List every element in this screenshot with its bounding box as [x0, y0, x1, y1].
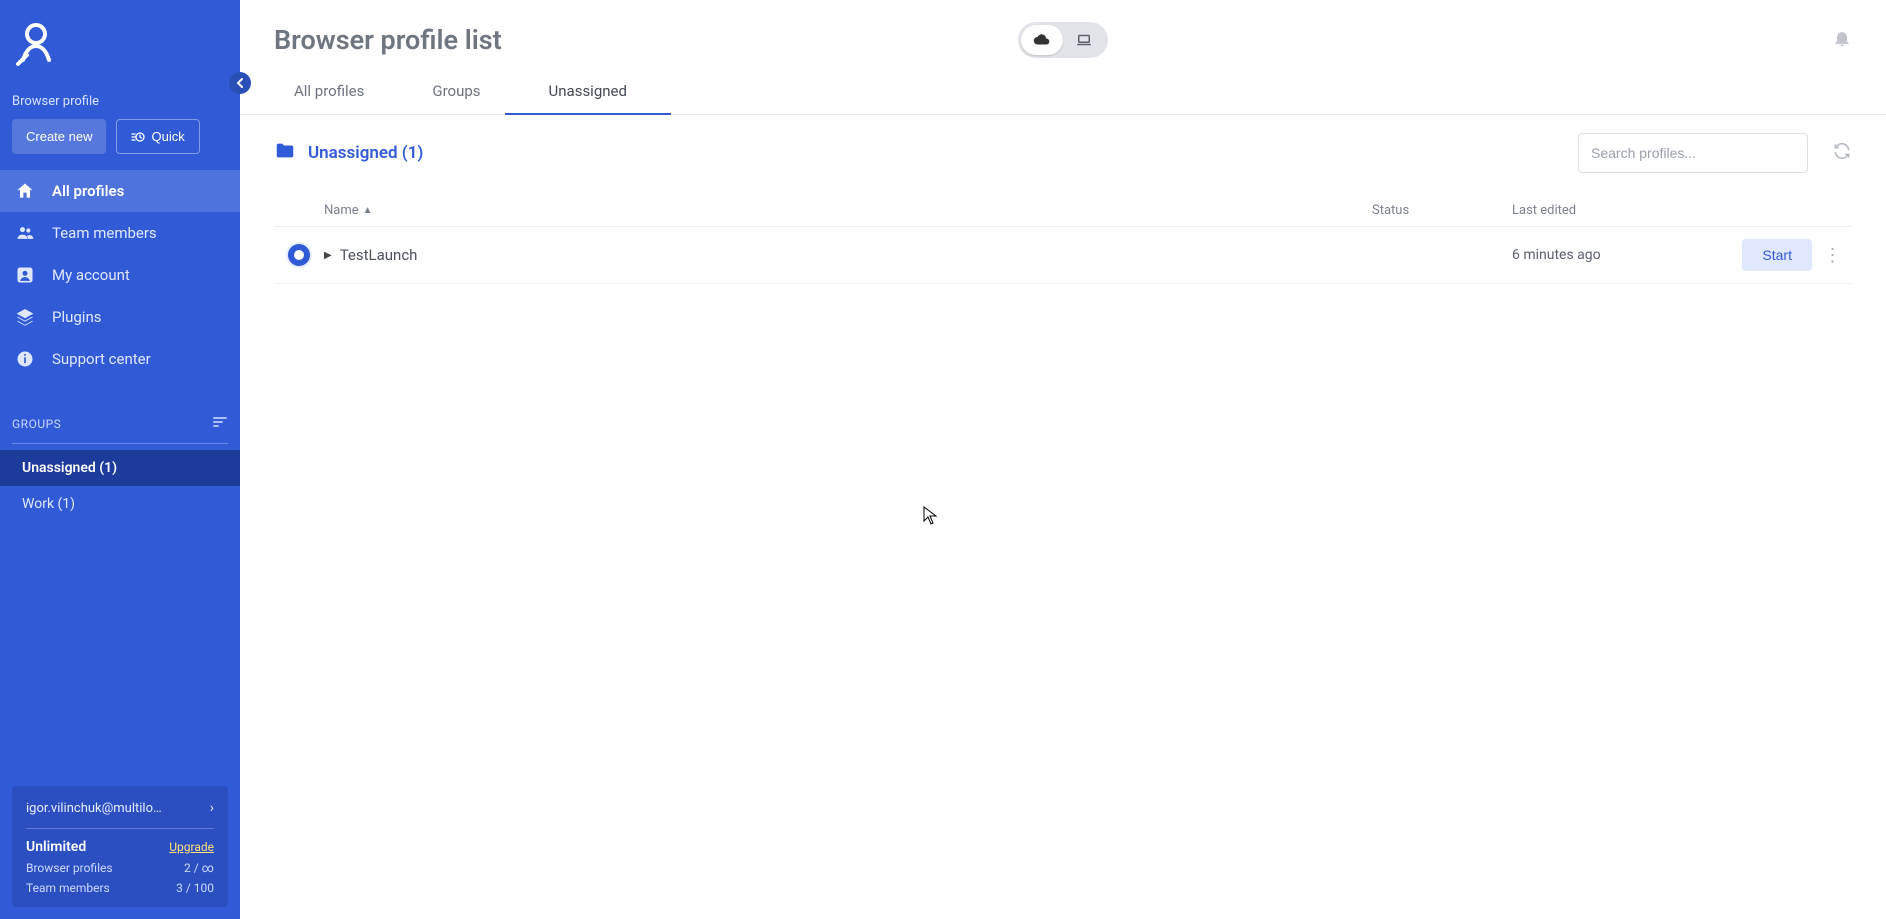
sidebar-item-label: Team members — [52, 224, 157, 242]
stat-profiles-value: 2 / ∞ — [184, 861, 214, 875]
profile-avatar[interactable] — [274, 244, 324, 266]
sort-asc-icon: ▲ — [363, 205, 373, 216]
quick-icon — [131, 130, 145, 144]
profiles-table: Name ▲ Status Last edited ▶ TestLaunch — [274, 195, 1852, 284]
account-divider — [26, 828, 214, 829]
quick-button[interactable]: Quick — [116, 119, 199, 154]
sidebar-item-team-members[interactable]: Team members — [0, 212, 240, 254]
groups-heading: GROUPS — [12, 417, 61, 431]
column-status[interactable]: Status — [1372, 203, 1512, 218]
sidebar-item-label: Plugins — [52, 308, 101, 326]
app-logo — [0, 0, 240, 88]
folder-heading[interactable]: Unassigned (1) — [274, 140, 423, 167]
upgrade-link[interactable]: Upgrade — [169, 840, 214, 854]
column-last-edited[interactable]: Last edited — [1512, 203, 1692, 218]
sidebar-collapse-button[interactable] — [229, 72, 251, 94]
start-button[interactable]: Start — [1742, 239, 1812, 271]
stat-members-label: Team members — [26, 881, 110, 895]
sidebar: Browser profile Create new Quick All pro… — [0, 0, 240, 919]
tab-all-profiles[interactable]: All profiles — [290, 74, 368, 114]
main-content: Browser profile list All profiles Groups… — [240, 0, 1886, 919]
group-item-work[interactable]: Work (1) — [0, 486, 240, 522]
folder-label: Unassigned (1) — [308, 143, 423, 163]
cloud-icon — [1033, 31, 1051, 49]
toggle-local[interactable] — [1063, 25, 1105, 55]
expand-caret-icon: ▶ — [324, 250, 332, 261]
layers-icon — [14, 306, 36, 328]
refresh-button[interactable] — [1832, 141, 1852, 165]
page-title: Browser profile list — [274, 24, 502, 56]
group-item-label: Unassigned (1) — [22, 460, 117, 476]
sidebar-item-support-center[interactable]: Support center — [0, 338, 240, 380]
groups-divider — [12, 443, 228, 444]
sidebar-item-label: Support center — [52, 350, 151, 368]
quick-button-label: Quick — [151, 129, 184, 144]
plan-name: Unlimited — [26, 839, 86, 855]
profile-last-edited: 6 minutes ago — [1512, 247, 1692, 263]
chevron-left-icon — [235, 78, 245, 88]
laptop-icon — [1075, 31, 1093, 49]
stat-profiles-label: Browser profiles — [26, 861, 113, 875]
stat-members-value: 3 / 100 — [176, 881, 214, 895]
notifications-button[interactable] — [1832, 28, 1852, 52]
tab-groups[interactable]: Groups — [428, 74, 484, 114]
sidebar-item-label: My account — [52, 266, 130, 284]
group-item-label: Work (1) — [22, 496, 75, 512]
tabs-bar: All profiles Groups Unassigned — [240, 56, 1886, 115]
info-icon — [14, 348, 36, 370]
sort-icon — [212, 414, 228, 430]
chevron-right-icon: › — [210, 800, 214, 816]
storage-toggle — [1018, 22, 1108, 58]
groups-sort-button[interactable] — [212, 414, 228, 433]
sidebar-item-all-profiles[interactable]: All profiles — [0, 170, 240, 212]
kebab-icon: ⋮ — [1824, 245, 1841, 266]
refresh-icon — [1832, 141, 1852, 161]
sidebar-nav: All profiles Team members My account Plu… — [0, 170, 240, 380]
profile-name: TestLaunch — [340, 246, 418, 264]
row-menu-button[interactable]: ⋮ — [1812, 245, 1852, 266]
column-name-label: Name — [324, 203, 359, 218]
account-email-row[interactable]: igor.vilinchuk@multilo… › — [26, 800, 214, 816]
account-icon — [14, 264, 36, 286]
tab-unassigned[interactable]: Unassigned — [545, 74, 631, 114]
bell-icon — [1832, 28, 1852, 48]
profile-name-cell[interactable]: ▶ TestLaunch — [324, 246, 1372, 264]
sidebar-item-plugins[interactable]: Plugins — [0, 296, 240, 338]
group-item-unassigned[interactable]: Unassigned (1) — [0, 450, 240, 486]
column-name[interactable]: Name ▲ — [324, 203, 1372, 218]
search-input[interactable] — [1578, 133, 1808, 173]
sidebar-section-label: Browser profile — [0, 88, 240, 119]
create-new-button[interactable]: Create new — [12, 119, 106, 154]
toggle-cloud[interactable] — [1021, 25, 1063, 55]
home-icon — [14, 180, 36, 202]
sidebar-item-my-account[interactable]: My account — [0, 254, 240, 296]
folder-icon — [274, 140, 296, 167]
sidebar-item-label: All profiles — [52, 182, 124, 200]
people-icon — [14, 222, 36, 244]
table-row: ▶ TestLaunch 6 minutes ago Start ⋮ — [274, 227, 1852, 284]
table-header: Name ▲ Status Last edited — [274, 195, 1852, 227]
account-card: igor.vilinchuk@multilo… › Unlimited Upgr… — [12, 786, 228, 907]
account-email: igor.vilinchuk@multilo… — [26, 801, 162, 816]
